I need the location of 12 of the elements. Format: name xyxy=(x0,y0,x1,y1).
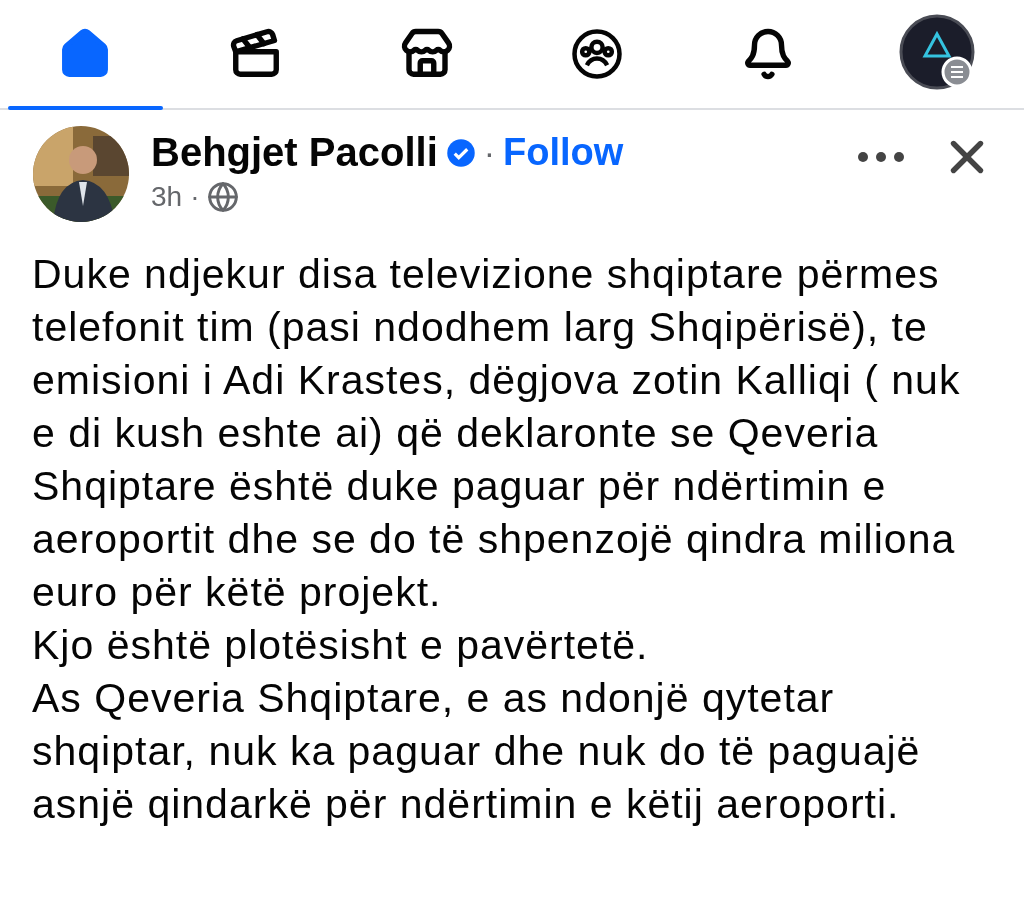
more-options-button[interactable] xyxy=(858,152,904,162)
globe-icon xyxy=(207,181,240,213)
separator-dot: · xyxy=(190,181,200,213)
post-text: As Qeveria Shqiptare, e as ndonjë qytetar shqiptar, nuk ka paguar dhe nuk do të paguajë asnjë qindarkë për ndërtimin e këtij aeroporti. xyxy=(32,674,922,829)
author-name[interactable]: Behgjet Pacolli xyxy=(151,130,438,175)
follow-link[interactable]: Follow xyxy=(503,131,624,174)
more-icon xyxy=(858,152,904,162)
groups-icon xyxy=(570,27,625,81)
post-time: 3h xyxy=(151,181,183,213)
separator-dot: · xyxy=(483,133,496,172)
post-text: Duke ndjekur disa televizione shqiptare përmes telefonit tim (pasi ndodhem larg Shqipërisë), te emisioni i Adi Krastes, dëgjova zotin Kalliqi ( nuk e di kush eshte ai) që deklaronte se Qeveria Shqiptare është duke paguar për ndërtimin e aeroportit dhe se do të shpenzojë qindra miliona euro për këtë projekt. xyxy=(32,250,962,617)
post-text: Kjo është plotësisht e pavërtetë. xyxy=(32,621,650,670)
